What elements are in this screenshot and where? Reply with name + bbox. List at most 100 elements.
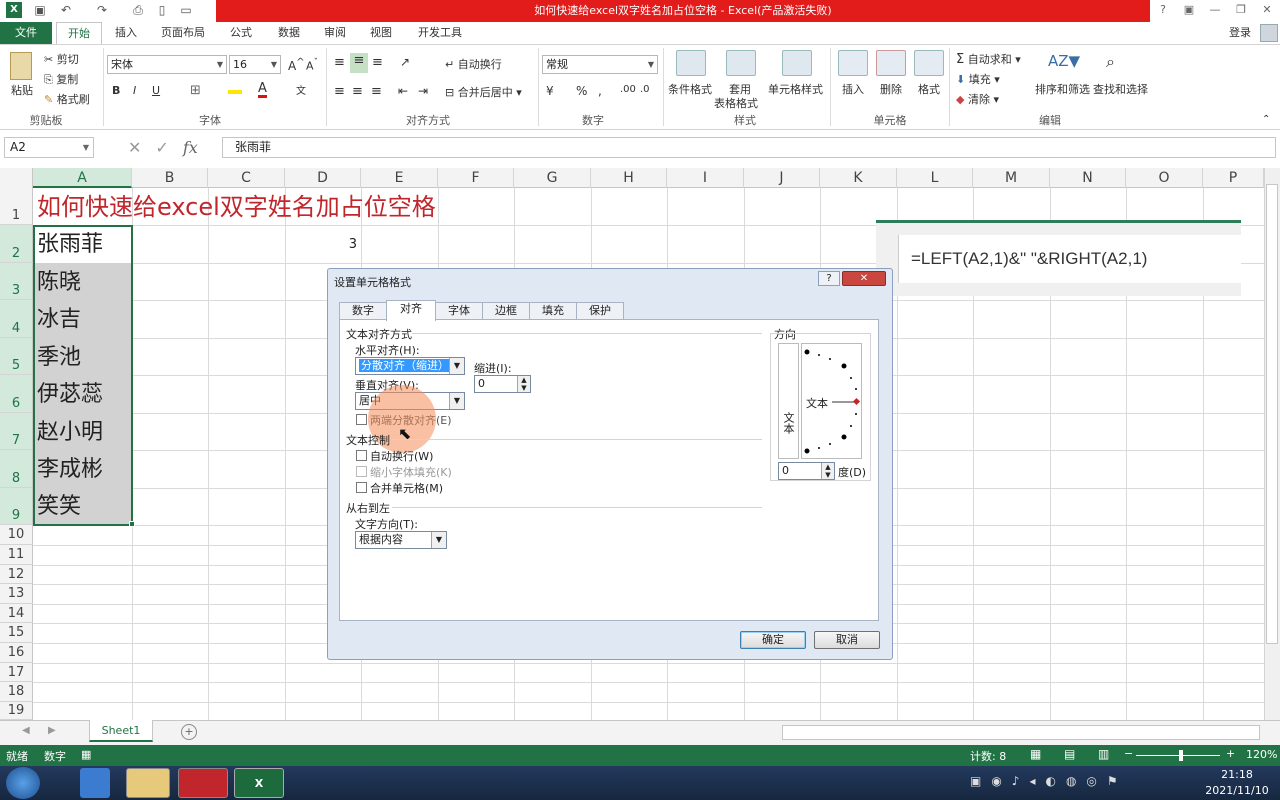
row-header[interactable]: 16 [0, 643, 33, 663]
find-select-button[interactable]: 查找和选择 [1093, 81, 1148, 97]
collapse-ribbon-icon[interactable]: ⌃ [1262, 114, 1270, 125]
sheet-tab[interactable]: Sheet1 [89, 720, 153, 742]
align-left-icon[interactable]: ≡ [334, 84, 345, 99]
redo-icon[interactable]: ↷ [94, 2, 110, 18]
dialog-help-icon[interactable]: ? [818, 271, 840, 286]
indent-spinner[interactable]: 0 ▲ ▼ [474, 375, 531, 393]
autocad-icon[interactable] [178, 768, 228, 798]
decrease-font-icon[interactable]: Aˇ [306, 57, 318, 73]
cell-d2[interactable]: 3 [285, 226, 357, 263]
tab-review[interactable]: 审阅 [312, 22, 358, 44]
paste-icon[interactable] [10, 52, 32, 80]
dialog-close-icon[interactable]: ✕ [842, 271, 886, 286]
excel-taskbar-icon[interactable]: X [234, 768, 284, 798]
function-icon[interactable]: fx [183, 138, 198, 157]
tab-insert[interactable]: 插入 [104, 22, 148, 44]
ok-button[interactable]: 确定 [740, 631, 806, 649]
column-header[interactable]: H [591, 168, 667, 188]
dialog-tab-protection[interactable]: 保护 [576, 302, 624, 320]
column-header[interactable]: J [744, 168, 820, 188]
avatar[interactable] [1260, 24, 1278, 42]
column-header[interactable]: L [897, 168, 973, 188]
tab-file[interactable]: 文件 [0, 22, 52, 44]
percent-icon[interactable]: % [576, 84, 587, 98]
add-sheet-icon[interactable]: + [181, 724, 197, 740]
conditional-format-button[interactable]: 条件格式 [668, 81, 712, 97]
row-header[interactable]: 17 [0, 663, 33, 682]
currency-icon[interactable]: ¥ [546, 84, 554, 98]
column-header[interactable]: P [1203, 168, 1264, 188]
vertical-text-button[interactable]: 文本 [778, 343, 799, 459]
bold-button[interactable]: B [112, 84, 120, 97]
save-icon[interactable]: ▣ [32, 2, 48, 18]
format-painter-button[interactable]: ✎ 格式刷 [44, 91, 90, 107]
column-header[interactable]: O [1126, 168, 1203, 188]
normal-view-icon[interactable]: ▦ [1030, 747, 1041, 761]
orientation-icon[interactable]: ↗ [400, 55, 410, 69]
cancel-button[interactable]: 取消 [814, 631, 880, 649]
shrink-to-fit-checkbox[interactable] [356, 466, 367, 477]
cell-name[interactable]: 陈晓 [33, 264, 132, 301]
row-header[interactable]: 7 [0, 413, 33, 450]
wrap-text-button[interactable]: ↵ 自动换行 [445, 56, 502, 72]
file-explorer-icon[interactable] [126, 768, 170, 798]
insert-cells-button[interactable]: 插入 [842, 81, 864, 97]
print-preview-icon[interactable]: ⎙ [130, 2, 146, 18]
cell-a1-title[interactable]: 如何快速给excel双字姓名加占位空格 [37, 190, 436, 224]
row-header[interactable]: 2 [0, 225, 33, 263]
new-file-icon[interactable]: ▯ [154, 2, 170, 18]
prev-sheet-icon[interactable]: ◀ [22, 725, 30, 736]
row-header[interactable]: 5 [0, 338, 33, 375]
zoom-out-icon[interactable]: − [1124, 747, 1133, 760]
underline-button[interactable]: U [152, 84, 160, 97]
cell-name[interactable]: 李成彬 [33, 451, 132, 488]
zoom-slider[interactable] [1136, 755, 1220, 756]
font-size-select[interactable]: 16 ▼ [229, 55, 281, 74]
cell-name[interactable]: 张雨菲 [33, 226, 132, 263]
border-icon[interactable]: ⊞ [190, 83, 201, 98]
row-header[interactable]: 10 [0, 525, 33, 545]
column-header[interactable]: C [208, 168, 285, 188]
tab-data[interactable]: 数据 [266, 22, 312, 44]
sort-filter-button[interactable]: 排序和筛选 [1035, 81, 1090, 97]
format-cells-button[interactable]: 格式 [918, 81, 940, 97]
row-header[interactable]: 6 [0, 375, 33, 413]
tab-view[interactable]: 视图 [358, 22, 404, 44]
column-header[interactable]: A [33, 168, 132, 188]
column-header[interactable]: F [438, 168, 514, 188]
autosum-button[interactable]: Σ 自动求和 ▾ [956, 51, 1021, 67]
help-icon[interactable]: ? [1152, 2, 1174, 18]
row-header[interactable]: 12 [0, 565, 33, 584]
increase-font-icon[interactable]: A^ [288, 57, 305, 73]
paste-button[interactable]: 粘贴 [11, 82, 33, 98]
fill-button[interactable]: ⬇ 填充 ▾ [956, 71, 1000, 87]
delete-cells-button[interactable]: 删除 [880, 81, 902, 97]
page-layout-icon[interactable]: ▤ [1064, 747, 1075, 761]
column-header[interactable]: E [361, 168, 438, 188]
number-format-select[interactable]: 常规 ▼ [542, 55, 658, 74]
column-header[interactable]: G [514, 168, 591, 188]
name-box[interactable]: A2 ▼ [4, 137, 94, 158]
row-header[interactable]: 13 [0, 584, 33, 604]
orientation-dial[interactable]: 文本 [801, 343, 862, 459]
phonetic-icon[interactable]: 文 [296, 82, 306, 97]
dialog-tab-font[interactable]: 字体 [435, 302, 483, 320]
align-top-icon[interactable]: ≡ [334, 55, 345, 70]
start-button[interactable] [6, 767, 40, 799]
dialog-tab-number[interactable]: 数字 [339, 302, 387, 320]
dialog-tab-fill[interactable]: 填充 [529, 302, 577, 320]
align-middle-icon[interactable]: ≡ [350, 53, 368, 73]
row-header[interactable]: 3 [0, 263, 33, 300]
column-header[interactable]: M [973, 168, 1050, 188]
zoom-in-icon[interactable]: + [1226, 747, 1235, 760]
align-bottom-icon[interactable]: ≡ [372, 55, 383, 70]
column-header[interactable]: K [820, 168, 897, 188]
cell-name[interactable]: 季池 [33, 339, 132, 376]
undo-icon[interactable]: ↶ [58, 2, 74, 18]
comma-icon[interactable]: , [598, 84, 602, 98]
clear-button[interactable]: ◆ 清除 ▾ [956, 91, 999, 107]
restore-icon[interactable]: ❐ [1230, 2, 1252, 18]
degrees-spinner[interactable]: 0 ▲ ▼ [778, 462, 835, 480]
row-header[interactable]: 8 [0, 450, 33, 488]
cell-name[interactable]: 赵小明 [33, 414, 132, 451]
